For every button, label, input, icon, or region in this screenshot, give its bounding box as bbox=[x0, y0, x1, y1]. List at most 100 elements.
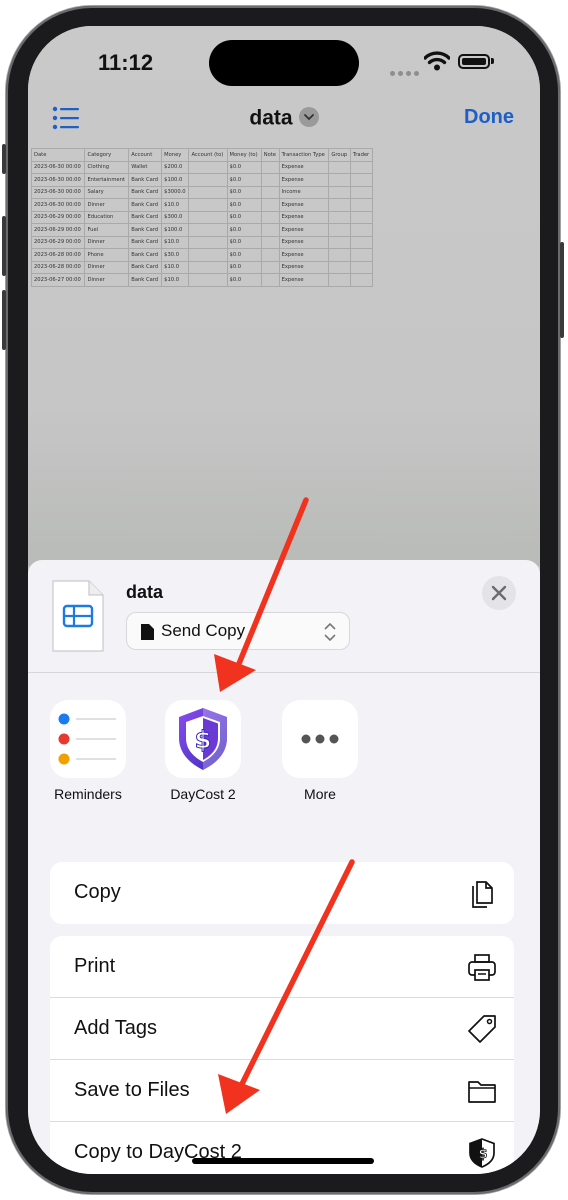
action-print[interactable]: Print bbox=[50, 936, 514, 998]
table-cell bbox=[349, 248, 374, 262]
table-cell: 2023-06-28 00:00 bbox=[30, 260, 86, 274]
table-cell: Bank Card bbox=[128, 235, 163, 249]
table-cell bbox=[188, 273, 228, 287]
table-cell bbox=[349, 235, 374, 249]
action-label: Print bbox=[74, 955, 116, 977]
table-cell: Dinner bbox=[84, 273, 130, 287]
action-copy[interactable]: Copy bbox=[50, 862, 514, 924]
column-header: Account (to) bbox=[188, 148, 228, 162]
table-cell: $300.0 bbox=[161, 210, 190, 224]
table-row: 2023-06-30 00:00 Dinner Bank Card $10.0 $0.0… bbox=[30, 198, 374, 212]
table-cell: Dinner bbox=[84, 198, 130, 212]
printer-icon bbox=[468, 954, 496, 981]
table-cell: Bank Card bbox=[128, 210, 163, 224]
app-more[interactable]: More bbox=[282, 700, 375, 802]
table-cell: Entertainment bbox=[84, 173, 130, 187]
table-cell: Dinner bbox=[84, 235, 130, 249]
done-button[interactable]: Done bbox=[464, 106, 514, 129]
action-copy-to-daycost-2[interactable]: Copy to DayCost 2 $ bbox=[50, 1122, 514, 1174]
chevron-down-icon[interactable] bbox=[298, 107, 319, 128]
battery-nub bbox=[491, 58, 494, 64]
share-sheet: data Send Copy Reminders $ DayCost 2 Mor… bbox=[28, 560, 540, 1174]
table-cell bbox=[188, 198, 228, 212]
table-cell: Wallet bbox=[128, 160, 163, 174]
share-file-name: data bbox=[126, 582, 164, 602]
action-add-tags[interactable]: Add Tags bbox=[50, 998, 514, 1060]
table-cell: 2023-06-30 00:00 bbox=[30, 160, 86, 174]
table-cell bbox=[260, 160, 280, 174]
table-row: 2023-06-28 00:00 Phone Bank Card $30.0 $0.0 E… bbox=[30, 248, 374, 262]
home-indicator bbox=[192, 1158, 374, 1164]
app-daycost-2[interactable]: $ DayCost 2 bbox=[165, 700, 258, 802]
column-header: Date bbox=[30, 148, 86, 162]
table-cell bbox=[328, 198, 351, 212]
table-cell: Bank Card bbox=[128, 260, 163, 274]
close-button[interactable] bbox=[482, 576, 516, 610]
dynamic-island bbox=[209, 40, 359, 86]
table-cell bbox=[328, 185, 351, 199]
table-cell bbox=[349, 173, 374, 187]
table-row: 2023-06-30 00:00 Entertainment Bank Card $1… bbox=[30, 173, 374, 187]
reminders-icon bbox=[50, 700, 126, 778]
app-label: More bbox=[304, 786, 336, 802]
document-title-text: data bbox=[249, 106, 293, 130]
volume-down-button bbox=[2, 290, 6, 350]
table-cell bbox=[260, 223, 280, 237]
table-cell: $0.0 bbox=[226, 210, 262, 224]
table-cell bbox=[260, 260, 280, 274]
table-cell: Bank Card bbox=[128, 198, 163, 212]
table-row: 2023-06-30 00:00 Clothing Wallet $200.0 $0.0… bbox=[30, 160, 374, 174]
send-copy-dropdown[interactable]: Send Copy bbox=[126, 612, 350, 650]
svg-text:$: $ bbox=[195, 726, 212, 754]
table-cell: Dinner bbox=[84, 260, 130, 274]
table-cell bbox=[328, 173, 351, 187]
battery-icon bbox=[458, 54, 490, 69]
table-cell: 2023-06-27 00:00 bbox=[30, 273, 86, 287]
table-cell bbox=[328, 223, 351, 237]
volume-up-button bbox=[2, 216, 6, 276]
table-cell: Fuel bbox=[84, 223, 130, 237]
table-cell: $0.0 bbox=[226, 198, 262, 212]
table-cell bbox=[349, 260, 374, 274]
table-cell: Expense bbox=[278, 235, 330, 249]
table-cell: Bank Card bbox=[128, 223, 163, 237]
table-cell: Expense bbox=[278, 248, 330, 262]
document-icon bbox=[141, 624, 154, 640]
action-save-to-files[interactable]: Save to Files bbox=[50, 1060, 514, 1122]
table-cell bbox=[188, 173, 228, 187]
table-cell bbox=[260, 198, 280, 212]
table-cell: Salary bbox=[84, 185, 130, 199]
table-cell: Expense bbox=[278, 173, 330, 187]
table-cell bbox=[188, 248, 228, 262]
table-row: 2023-06-28 00:00 Dinner Bank Card $10.0 $0.0… bbox=[30, 260, 374, 274]
column-header: Account bbox=[128, 148, 163, 162]
column-header: Category bbox=[84, 148, 130, 162]
table-cell bbox=[260, 210, 280, 224]
table-header-row: Date Category Account Money Account (to)… bbox=[30, 148, 374, 162]
table-cell: $0.0 bbox=[226, 248, 262, 262]
table-cell: Income bbox=[278, 185, 330, 199]
cellular-signal-icon bbox=[390, 63, 422, 81]
table-cell bbox=[328, 210, 351, 224]
table-cell: Clothing bbox=[84, 160, 130, 174]
app-label: DayCost 2 bbox=[170, 786, 236, 802]
table-row: 2023-06-29 00:00 Fuel Bank Card $100.0 $0.0 E… bbox=[30, 223, 374, 237]
table-cell: 2023-06-29 00:00 bbox=[30, 223, 86, 237]
copy-icon bbox=[472, 881, 493, 908]
table-cell: 2023-06-30 00:00 bbox=[30, 185, 86, 199]
folder-icon bbox=[468, 1081, 496, 1103]
table-cell: Expense bbox=[278, 260, 330, 274]
up-down-chevron-icon bbox=[324, 623, 336, 641]
table-cell: $10.0 bbox=[161, 260, 190, 274]
power-button bbox=[560, 242, 564, 338]
table-cell: 2023-06-29 00:00 bbox=[30, 235, 86, 249]
column-header: Group bbox=[328, 148, 351, 162]
svg-text:$: $ bbox=[478, 1147, 487, 1162]
app-reminders[interactable]: Reminders bbox=[50, 700, 143, 802]
divider bbox=[28, 672, 540, 673]
table-cell bbox=[260, 235, 280, 249]
table-cell: $3000.0 bbox=[161, 185, 190, 199]
table-cell: Bank Card bbox=[128, 273, 163, 287]
send-copy-label: Send Copy bbox=[161, 621, 246, 640]
table-cell bbox=[328, 260, 351, 274]
